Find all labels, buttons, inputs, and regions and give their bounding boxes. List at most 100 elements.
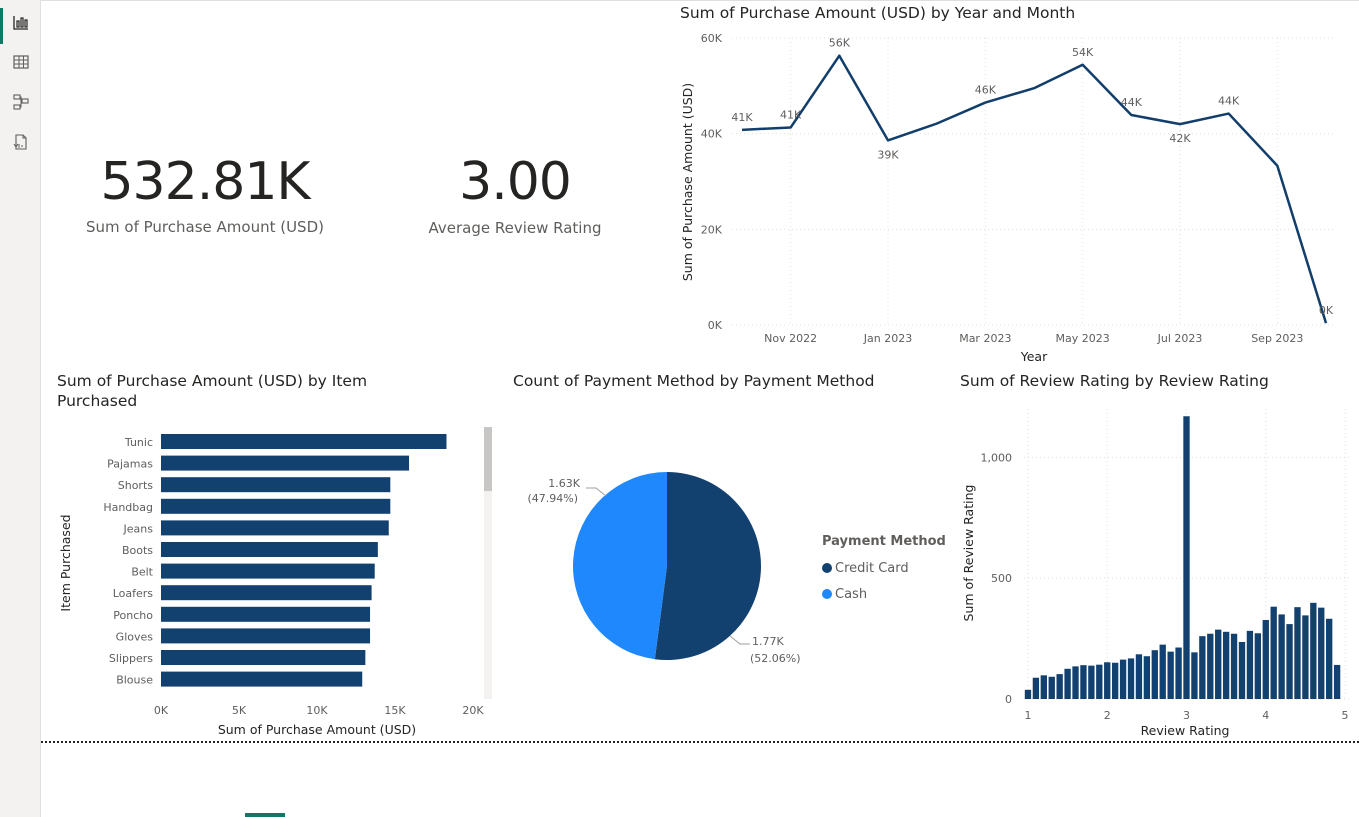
credit-card-leader-line bbox=[729, 635, 750, 645]
cash-leader-line bbox=[586, 487, 607, 497]
rating-bar bbox=[1302, 615, 1309, 699]
x-tick-label: Jul 2023 bbox=[1157, 332, 1203, 345]
rating-bar bbox=[1310, 602, 1317, 699]
rating-bar bbox=[1262, 619, 1269, 699]
x-axis-title: Year bbox=[1020, 349, 1048, 364]
purchase-by-item-bar-chart[interactable]: Tunic Pajamas Shorts Handbag Jeans Boots Belt L… bbox=[50, 420, 490, 742]
item-category-label: Gloves bbox=[116, 630, 154, 643]
rating-bar bbox=[1032, 677, 1040, 699]
rating-bar bbox=[1088, 665, 1095, 699]
report-view-button[interactable] bbox=[0, 4, 41, 44]
credit-card-percent-label: (52.06%) bbox=[750, 652, 801, 665]
rating-bar bbox=[1270, 606, 1277, 699]
x-tick-label: 20K bbox=[462, 704, 484, 717]
x-axis-title: Review Rating bbox=[1141, 723, 1230, 738]
payment-method-pie-chart[interactable]: 1.77K (52.06%) 1.63K (47.94%) bbox=[510, 440, 820, 700]
x-tick-label: 4 bbox=[1262, 709, 1269, 722]
purchase-by-month-line-chart[interactable]: 0K 20K 40K 60K Nov 2022 Jan 2023 Mar 2023 May 2… bbox=[672, 24, 1352, 369]
cash-swatch bbox=[822, 589, 832, 599]
y-axis-title: Sum of Review Rating bbox=[961, 485, 976, 622]
dax-query-view-button[interactable] bbox=[0, 124, 41, 160]
model-view-button[interactable] bbox=[0, 84, 41, 120]
x-tick-label: 1 bbox=[1024, 709, 1031, 722]
x-axis-title: Sum of Purchase Amount (USD) bbox=[218, 722, 416, 737]
y-tick-label: 20K bbox=[701, 223, 723, 236]
line-data-label: 42K bbox=[1169, 132, 1191, 145]
rating-bar bbox=[1175, 647, 1182, 699]
item-chart-scroll-thumb[interactable] bbox=[484, 427, 492, 491]
x-tick-label: 5 bbox=[1342, 709, 1349, 722]
cash-slice bbox=[573, 472, 667, 660]
active-page-tab-indicator[interactable] bbox=[245, 813, 285, 817]
y-tick-label: 40K bbox=[701, 128, 723, 141]
line-data-label: 41K bbox=[780, 108, 802, 121]
rating-bar bbox=[1143, 656, 1151, 699]
x-tick-label: 5K bbox=[232, 704, 247, 717]
y-tick-label: 0 bbox=[1005, 693, 1012, 706]
item-bar bbox=[161, 606, 371, 622]
rating-bar bbox=[1318, 607, 1325, 699]
x-tick-label: Nov 2022 bbox=[764, 332, 817, 345]
rating-bar bbox=[1246, 630, 1254, 699]
y-tick-label: 60K bbox=[701, 32, 723, 45]
y-axis-title: Item Purchased bbox=[58, 514, 73, 611]
payment-pie-title: Count of Payment Method by Payment Metho… bbox=[513, 372, 875, 390]
rating-bar bbox=[1238, 641, 1246, 699]
item-bar bbox=[161, 520, 389, 536]
rating-bar bbox=[1064, 668, 1071, 699]
line-data-label: 46K bbox=[975, 84, 997, 97]
item-bar bbox=[161, 671, 363, 687]
x-tick-label: 3 bbox=[1183, 709, 1190, 722]
item-category-label: Loafers bbox=[113, 587, 154, 600]
rating-bar bbox=[1040, 675, 1047, 699]
rating-bar bbox=[1254, 633, 1262, 699]
credit-card-value-label: 1.77K bbox=[752, 635, 784, 648]
item-bar bbox=[161, 498, 391, 514]
line-data-label: 39K bbox=[877, 148, 899, 161]
rating-bar bbox=[1222, 631, 1230, 699]
y-tick-label: 0K bbox=[708, 319, 723, 332]
x-tick-label: Mar 2023 bbox=[959, 332, 1011, 345]
rating-bar bbox=[1333, 664, 1341, 699]
item-category-label: Blouse bbox=[116, 674, 153, 687]
review-chart-title: Sum of Review Rating by Review Rating bbox=[960, 372, 1269, 390]
item-bar bbox=[161, 585, 372, 601]
rating-bar bbox=[1215, 629, 1222, 699]
item-category-label: Slippers bbox=[109, 652, 153, 665]
cash-percent-label: (47.94%) bbox=[527, 492, 578, 505]
item-category-label: Boots bbox=[122, 544, 153, 557]
report-page-boundary bbox=[41, 741, 1359, 743]
item-category-label: Poncho bbox=[113, 609, 153, 622]
legend-item-cash[interactable]: Cash bbox=[822, 581, 946, 607]
table-view-button[interactable] bbox=[0, 44, 41, 80]
legend-item-credit-card[interactable]: Credit Card bbox=[822, 555, 946, 581]
legend-label-cash: Cash bbox=[835, 586, 868, 602]
line-data-label: 56K bbox=[829, 37, 851, 50]
rating-bar bbox=[1199, 636, 1206, 699]
y-tick-label: 1,000 bbox=[981, 451, 1013, 464]
rating-bar bbox=[1159, 644, 1166, 699]
item-bar bbox=[161, 542, 378, 557]
rating-bar bbox=[1119, 659, 1127, 699]
item-chart-scrollbar[interactable] bbox=[484, 427, 492, 699]
avg-rating-value: 3.00 bbox=[459, 152, 572, 212]
item-category-label: Jeans bbox=[123, 522, 154, 535]
item-category-label: Shorts bbox=[118, 479, 154, 492]
rating-bar bbox=[1135, 654, 1143, 699]
model-view-icon bbox=[12, 94, 29, 110]
rating-bar bbox=[1080, 665, 1087, 699]
x-tick-label: Jan 2023 bbox=[863, 332, 912, 345]
rating-bar bbox=[1096, 664, 1103, 699]
item-category-label: Belt bbox=[131, 566, 153, 579]
item-category-label: Handbag bbox=[103, 501, 153, 514]
rating-bar bbox=[1127, 658, 1135, 699]
rating-bar bbox=[1183, 416, 1190, 699]
line-data-label: 41K bbox=[731, 111, 753, 124]
review-rating-column-chart[interactable]: 0 500 1,000 1 2 3 4 5 Review Rating Sum of Review… bbox=[955, 395, 1355, 740]
x-tick-label: 2 bbox=[1104, 709, 1111, 722]
line-data-label: 0K bbox=[1319, 304, 1334, 317]
rating-bar bbox=[1048, 676, 1055, 699]
item-bar-chart-title: Sum of Purchase Amount (USD) by Item Pur… bbox=[57, 372, 368, 410]
x-tick-label: 15K bbox=[384, 704, 406, 717]
y-axis-title: Sum of Purchase Amount (USD) bbox=[680, 83, 695, 281]
